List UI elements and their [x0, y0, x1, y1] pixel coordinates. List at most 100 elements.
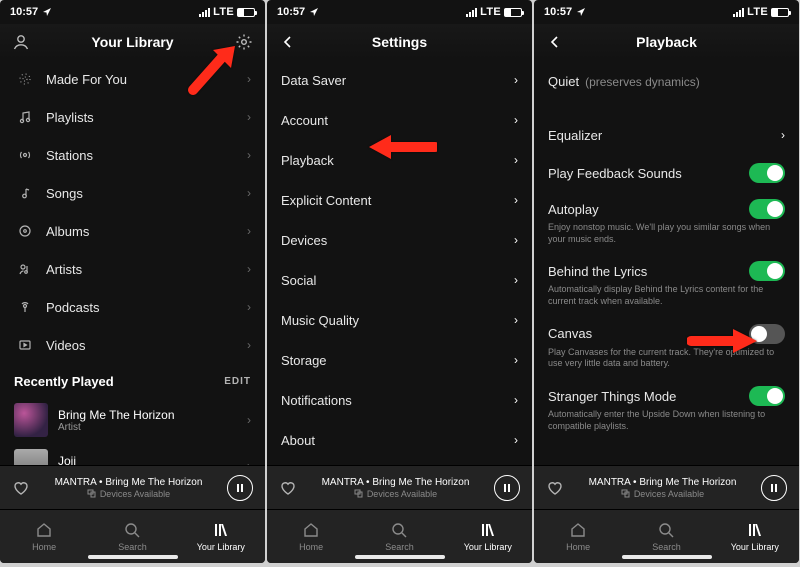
- settings-row-about[interactable]: About›: [267, 420, 532, 460]
- home-indicator: [622, 555, 712, 559]
- recent-item[interactable]: Bring Me The Horizon Artist ›: [0, 397, 265, 443]
- row-label: Music Quality: [281, 313, 514, 328]
- row-desc: Automatically display Behind the Lyrics …: [548, 284, 785, 307]
- settings-row-storage[interactable]: Storage›: [267, 340, 532, 380]
- chevron-right-icon: ›: [781, 128, 785, 142]
- pause-button[interactable]: [227, 475, 253, 501]
- battery-icon: [237, 8, 255, 17]
- row-label: Explicit Content: [281, 193, 514, 208]
- toggle-autoplay[interactable]: [749, 199, 785, 219]
- recent-title: Bring Me The Horizon: [58, 408, 175, 422]
- album-art: [14, 403, 48, 437]
- page-title: Settings: [372, 34, 427, 50]
- settings-row-notifications[interactable]: Notifications›: [267, 380, 532, 420]
- pause-button[interactable]: [494, 475, 520, 501]
- screen-library: 10:57 LTE Your Library: [0, 0, 265, 563]
- playback-row-autoplay: Autoplay Enjoy nonstop music. We'll play…: [534, 191, 799, 253]
- tab-home[interactable]: Home: [267, 510, 355, 563]
- chevron-right-icon: ›: [514, 273, 518, 287]
- note-icon: [14, 186, 36, 200]
- recently-played-header: Recently Played EDIT: [0, 364, 265, 397]
- lib-row-artists[interactable]: Artists ›: [0, 250, 265, 288]
- chevron-right-icon: ›: [514, 433, 518, 447]
- now-playing-title: MANTRA • Bring Me The Horizon: [574, 477, 751, 488]
- row-label: Social: [281, 273, 514, 288]
- chevron-right-icon: ›: [514, 153, 518, 167]
- gear-icon[interactable]: [234, 32, 254, 52]
- profile-icon[interactable]: [11, 32, 31, 52]
- heart-icon[interactable]: [546, 479, 564, 497]
- row-desc: Automatically enter the Upside Down when…: [548, 409, 785, 432]
- video-icon: [14, 338, 36, 352]
- pause-button[interactable]: [761, 475, 787, 501]
- settings-row-music-quality[interactable]: Music Quality›: [267, 300, 532, 340]
- row-label: Stations: [46, 148, 247, 163]
- lib-row-stations[interactable]: Stations ›: [0, 136, 265, 174]
- lib-row-albums[interactable]: Albums ›: [0, 212, 265, 250]
- lib-row-podcasts[interactable]: Podcasts ›: [0, 288, 265, 326]
- recent-item[interactable]: Joji Artist ›: [0, 443, 265, 465]
- row-label: Data Saver: [281, 73, 514, 88]
- devices-label: Devices Available: [367, 489, 437, 499]
- chevron-right-icon: ›: [247, 224, 251, 238]
- now-playing-bar[interactable]: MANTRA • Bring Me The Horizon Devices Av…: [534, 465, 799, 509]
- tab-library[interactable]: Your Library: [177, 510, 265, 563]
- playback-quiet[interactable]: Quiet (preserves dynamics): [534, 60, 799, 97]
- settings-row-devices[interactable]: Devices›: [267, 220, 532, 260]
- row-label: Playback: [281, 153, 514, 168]
- recent-title: Joji: [58, 454, 81, 466]
- page-title: Playback: [636, 34, 697, 50]
- playback-row-canvas: Canvas Play Canvases for the current tra…: [534, 316, 799, 378]
- chevron-right-icon: ›: [514, 313, 518, 327]
- settings-row-account[interactable]: Account›: [267, 100, 532, 140]
- tab-home[interactable]: Home: [534, 510, 622, 563]
- settings-header: Settings: [267, 24, 532, 60]
- now-playing-bar[interactable]: MANTRA • Bring Me The Horizon Devices Av…: [267, 465, 532, 509]
- row-label: Songs: [46, 186, 247, 201]
- signal-icon: [466, 8, 477, 17]
- lib-row-songs[interactable]: Songs ›: [0, 174, 265, 212]
- back-icon[interactable]: [547, 34, 563, 50]
- lib-row-playlists[interactable]: Playlists ›: [0, 98, 265, 136]
- tab-library[interactable]: Your Library: [711, 510, 799, 563]
- row-label: Notifications: [281, 393, 514, 408]
- network-label: LTE: [747, 6, 768, 18]
- sparkle-icon: [14, 72, 36, 86]
- settings-row-playback[interactable]: Playback›: [267, 140, 532, 180]
- now-playing-title: MANTRA • Bring Me The Horizon: [307, 477, 484, 488]
- playback-row-stranger: Stranger Things Mode Automatically enter…: [534, 378, 799, 440]
- recent-subtitle: Artist: [58, 422, 175, 433]
- tab-label: Search: [385, 542, 414, 552]
- toggle-lyrics[interactable]: [749, 261, 785, 281]
- heart-icon[interactable]: [279, 479, 297, 497]
- row-label: Stranger Things Mode: [548, 389, 676, 404]
- row-label: Storage: [281, 353, 514, 368]
- tab-library[interactable]: Your Library: [444, 510, 532, 563]
- status-bar: 10:57 LTE: [267, 0, 532, 24]
- toggle-feedback[interactable]: [749, 163, 785, 183]
- playback-equalizer[interactable]: Equalizer ›: [534, 115, 799, 155]
- music-note-icon: [14, 110, 36, 124]
- edit-button[interactable]: EDIT: [224, 376, 251, 387]
- row-label: Artists: [46, 262, 247, 277]
- now-playing-bar[interactable]: MANTRA • Bring Me The Horizon Devices Av…: [0, 465, 265, 509]
- chevron-right-icon: ›: [514, 393, 518, 407]
- toggle-stranger[interactable]: [749, 386, 785, 406]
- tab-label: Home: [32, 542, 56, 552]
- chevron-right-icon: ›: [247, 413, 251, 427]
- chevron-right-icon: ›: [247, 262, 251, 276]
- settings-row-social[interactable]: Social›: [267, 260, 532, 300]
- tab-label: Home: [566, 542, 590, 552]
- row-label: Made For You: [46, 72, 247, 87]
- back-icon[interactable]: [280, 34, 296, 50]
- lib-row-videos[interactable]: Videos ›: [0, 326, 265, 364]
- tab-home[interactable]: Home: [0, 510, 88, 563]
- settings-row-data-saver[interactable]: Data Saver›: [267, 60, 532, 100]
- toggle-canvas[interactable]: [749, 324, 785, 344]
- chevron-right-icon: ›: [247, 110, 251, 124]
- row-label: Behind the Lyrics: [548, 264, 647, 279]
- heart-icon[interactable]: [12, 479, 30, 497]
- settings-row-explicit[interactable]: Explicit Content›: [267, 180, 532, 220]
- chevron-right-icon: ›: [247, 72, 251, 86]
- lib-row-made-for-you[interactable]: Made For You ›: [0, 60, 265, 98]
